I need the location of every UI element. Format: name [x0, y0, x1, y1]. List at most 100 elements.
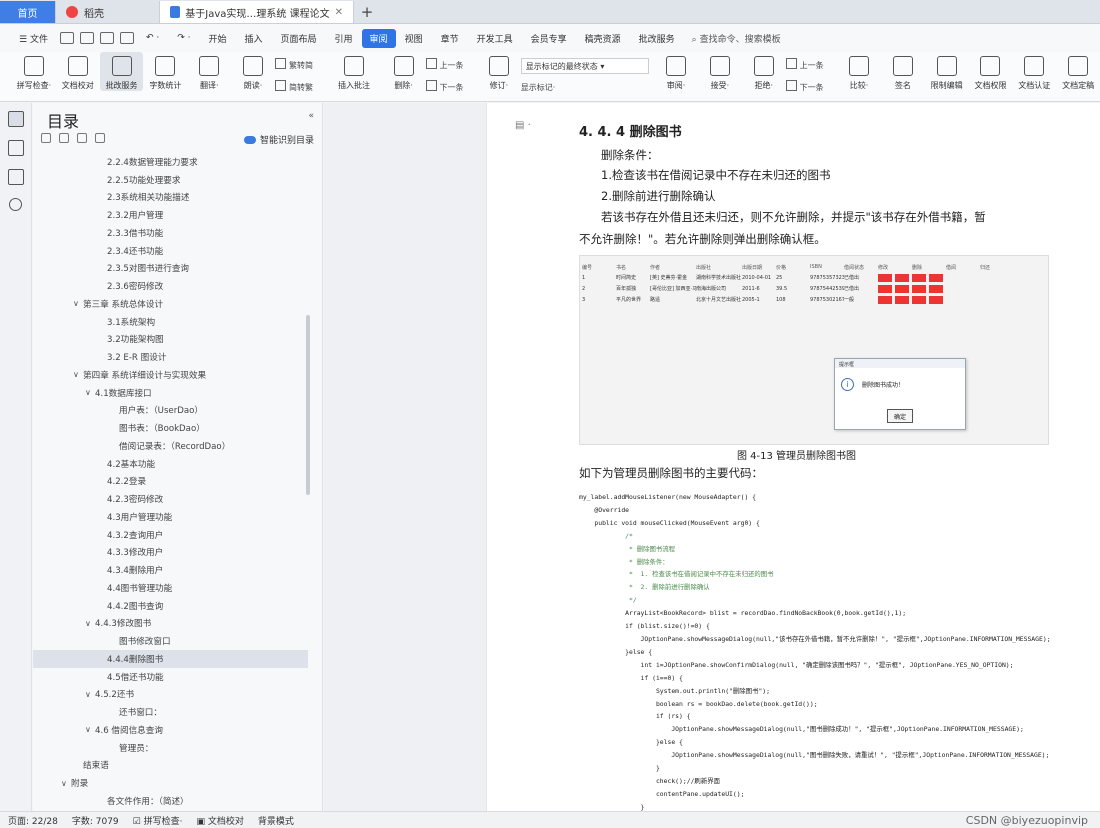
export-icon[interactable] — [79, 32, 94, 44]
chevron-down-icon[interactable]: ∨ — [85, 725, 95, 734]
tab-close-icon[interactable]: ✕ — [335, 7, 343, 18]
toc-item[interactable]: 4.4图书管理功能 — [33, 579, 308, 597]
new-tab-button[interactable]: + — [354, 1, 380, 23]
preview-icon[interactable] — [119, 32, 134, 44]
status-spell-check[interactable]: ☑ 拼写检查· — [133, 814, 183, 827]
trad-to-simp-button[interactable]: 繁转简 — [275, 58, 326, 71]
toc-item[interactable]: 图书修改窗口 — [33, 632, 308, 650]
toc-item[interactable]: 4.2.2登录 — [33, 473, 308, 491]
next-change-button[interactable]: 下一条 — [786, 80, 837, 93]
toc-item[interactable]: ∨ 4.4.3修改图书 — [33, 615, 308, 633]
menu-page-layout[interactable]: 页面布局 — [272, 32, 326, 45]
correction-service-button[interactable]: 批改服务 — [99, 52, 144, 91]
toc-item[interactable]: 2.3.2用户管理 — [33, 206, 308, 224]
toc-item[interactable]: 2.3.3借书功能 — [33, 224, 308, 242]
toc-item[interactable]: 借阅记录表：（RecordDao） — [33, 437, 308, 455]
doc-permission-button[interactable]: 文档权限 — [969, 52, 1013, 91]
doc-certify-button[interactable]: 文档认证 — [1012, 52, 1056, 91]
toc-item[interactable]: 4.3.3修改用户 — [33, 544, 308, 562]
toc-item[interactable]: ∨ 第三章 系统总体设计 — [33, 295, 308, 313]
smart-toc-button[interactable]: 智能识别目录 — [243, 133, 314, 146]
toc-item[interactable]: ∨ 附录 — [33, 774, 308, 792]
word-count-button[interactable]: 字数统计 — [143, 52, 187, 91]
toc-item[interactable]: 2.3.5对图书进行查询 — [33, 260, 308, 278]
toc-item[interactable]: 4.3.4删除用户 — [33, 561, 308, 579]
status-proof[interactable]: ▣ 文档校对 — [196, 814, 243, 827]
toc-item[interactable]: 结束语 — [33, 757, 308, 775]
menu-reference[interactable]: 引用 — [326, 32, 362, 45]
read-aloud-button[interactable]: 朗读· — [231, 52, 275, 91]
toc-item[interactable]: ∨ 4.5.2还书 — [33, 686, 308, 704]
toc-item[interactable]: 4.5借还书功能 — [33, 668, 308, 686]
prev-comment-button[interactable]: 上一条 — [426, 58, 477, 71]
toc-item[interactable]: 2.3系统相关功能描述 — [33, 189, 308, 207]
toc-panel-icon[interactable] — [7, 111, 24, 127]
page-indicator[interactable]: 页面: 22/28 — [8, 814, 58, 827]
toc-scrollbar[interactable] — [306, 315, 310, 495]
toc-item[interactable]: 4.2.3密码修改 — [33, 490, 308, 508]
signature-button[interactable]: 签名 — [881, 52, 925, 91]
save-icon[interactable] — [59, 32, 74, 44]
toc-item[interactable]: ∨ 4.1数据库接口 — [33, 384, 308, 402]
show-marks-button[interactable]: 显示标记· — [521, 82, 654, 93]
reject-button[interactable]: 拒绝· — [742, 52, 786, 91]
chevron-down-icon[interactable]: ∨ — [85, 690, 95, 699]
menu-developer[interactable]: 开发工具 — [468, 32, 522, 45]
toc-item[interactable]: ∨ 4.6 借阅信息查询 — [33, 721, 308, 739]
restrict-edit-button[interactable]: 限制编辑 — [925, 52, 969, 91]
toc-item[interactable]: 各文件作用：（简述） — [33, 792, 308, 810]
chevron-down-icon[interactable]: ∨ — [73, 370, 83, 379]
toc-item[interactable]: 2.2.4数据管理能力要求 — [33, 153, 308, 171]
tab-document[interactable]: 基于Java实现…理系统 课程论文 ✕ — [160, 1, 354, 23]
file-menu[interactable]: ☰ 文件 — [10, 32, 57, 45]
simp-to-trad-button[interactable]: 简转繁 — [275, 80, 326, 93]
expand-level-icon[interactable] — [59, 133, 69, 143]
toc-item[interactable]: 4.4.4删除图书 — [33, 650, 308, 668]
collapse-panel-icon[interactable]: « — [308, 111, 314, 121]
track-changes-button[interactable]: 修订· — [477, 52, 521, 91]
chevron-down-icon[interactable]: ∨ — [85, 619, 95, 628]
command-search[interactable]: ⌕ 查找命令、搜索模板 — [692, 32, 781, 45]
doc-proof-button[interactable]: 文档校对 — [56, 52, 100, 91]
chevron-down-icon[interactable]: ∨ — [61, 779, 71, 788]
chevron-down-icon[interactable]: ∨ — [85, 388, 95, 397]
translate-button[interactable]: 翻译· — [187, 52, 231, 91]
toc-item[interactable]: 4.3用户管理功能 — [33, 508, 308, 526]
menu-member[interactable]: 会员专享 — [522, 32, 576, 45]
pages-icon[interactable] — [7, 140, 24, 156]
tab-home[interactable]: 首页 — [0, 1, 56, 23]
search-panel-icon[interactable] — [9, 198, 22, 211]
undo-icon[interactable]: ↶ · — [137, 33, 168, 43]
menu-correction[interactable]: 批改服务 — [630, 32, 684, 45]
demote-icon[interactable] — [95, 133, 105, 143]
toc-item[interactable]: 用户表：（UserDao） — [33, 402, 308, 420]
review-pane-button[interactable]: 审阅· — [654, 52, 698, 91]
chevron-down-icon[interactable]: ∨ — [73, 299, 83, 308]
toc-item[interactable]: 3.2功能架构图 — [33, 331, 308, 349]
accept-button[interactable]: 接受· — [698, 52, 742, 91]
menu-review[interactable]: 审阅 — [361, 28, 396, 48]
toc-item[interactable]: ∨ 第四章 系统详细设计与实现效果 — [33, 366, 308, 384]
toc-item[interactable]: 2.3.4还书功能 — [33, 242, 308, 260]
delete-comment-button[interactable]: 删除· — [382, 52, 426, 91]
paragraph-handle-icon[interactable]: ▤ · — [515, 120, 531, 131]
collapse-all-icon[interactable] — [41, 133, 51, 143]
toc-item[interactable]: 2.3.6密码修改 — [33, 277, 308, 295]
print-icon[interactable] — [99, 32, 114, 44]
insert-comment-button[interactable]: 插入批注 — [326, 52, 381, 91]
next-comment-button[interactable]: 下一条 — [426, 80, 477, 93]
prev-change-button[interactable]: 上一条 — [786, 58, 837, 71]
toc-item[interactable]: 3.1系统架构 — [33, 313, 308, 331]
doc-finalize-button[interactable]: 文档定稿 — [1056, 52, 1100, 91]
compare-button[interactable]: 比较· — [837, 52, 881, 91]
toc-item[interactable]: 4.3.2查询用户 — [33, 526, 308, 544]
display-mode-select[interactable]: 显示标记的最终状态 ▾ — [520, 58, 649, 74]
promote-icon[interactable] — [77, 133, 87, 143]
toc-item[interactable]: 3.2 E-R 图设计 — [33, 348, 308, 366]
menu-insert[interactable]: 插入 — [236, 32, 272, 45]
tab-daoke[interactable]: 稻壳 — [56, 1, 160, 23]
toc-item[interactable]: 2.2.5功能处理要求 — [33, 171, 308, 189]
word-count-indicator[interactable]: 字数: 7079 — [72, 814, 119, 827]
menu-view[interactable]: 视图 — [396, 32, 432, 45]
spell-check-button[interactable]: 拼写检查· — [12, 52, 56, 91]
